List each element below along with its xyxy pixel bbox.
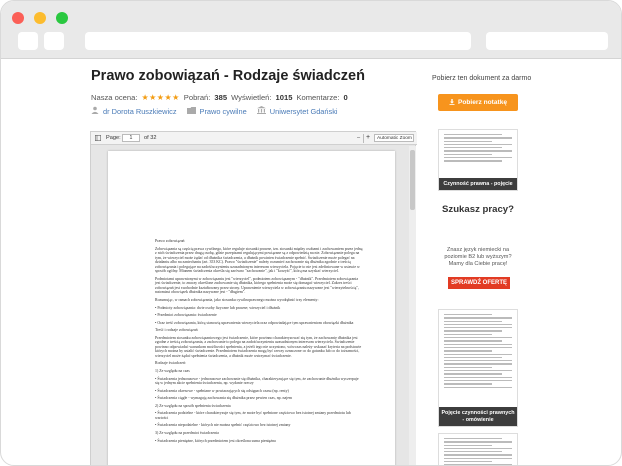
document-thumbnail (444, 438, 512, 465)
pdf-paragraph: Rozumując, w ramach zobowiązania, jako s… (155, 298, 319, 303)
pdf-scrollbar[interactable] (409, 146, 416, 465)
pdf-paragraph: Zobowiązania są częścią prawa cywilnego,… (155, 246, 363, 274)
download-prompt: Pobierz ten dokument za darmo (432, 75, 532, 82)
minimize-window-dot[interactable] (34, 12, 46, 24)
job-offer-button[interactable]: SPRAWDŹ OFERTĘ (448, 277, 510, 289)
pdf-paragraph: 2) Ze względu na sposób spełnienia świad… (155, 403, 231, 408)
pdf-paragraph: 1) Ze względu na czas (155, 369, 190, 374)
document-tags: dr Dorota Ruszkiewicz Prawo cywilne Uniw… (91, 106, 338, 116)
pdf-paragraph: • Świadczenia pieniężne, których przedmi… (155, 438, 276, 443)
pdf-paragraph: Przedmiotem stosunku zobowiązaniowego je… (155, 335, 362, 358)
zoom-out-button[interactable]: – (357, 135, 360, 141)
browser-window: Prawo zobowiązań - Rodzaje świadczeń Nas… (0, 0, 622, 466)
category-link[interactable]: Prawo cywilne (186, 106, 247, 116)
pdf-toolbar: Page: 1 of 32 – + Automatic Zoom (91, 132, 417, 145)
recommended-document[interactable]: Pojęcie czynności prawnych - omówienie (438, 309, 518, 427)
downloads-count: 385 (214, 93, 228, 102)
rating-label: Nasza ocena: (91, 93, 138, 102)
pdf-page: Prawo zobowiązań Zobowiązania są częścią … (108, 151, 395, 465)
address-bar[interactable] (85, 32, 471, 50)
pdf-paragraph: 3) Ze względu na przedmiot świadczenia (155, 430, 219, 435)
browser-extra-bar[interactable] (486, 32, 608, 50)
forward-button[interactable] (44, 32, 64, 50)
pdf-paragraph: Prawo zobowiązań (155, 239, 185, 243)
job-ad-title: Szukasz pracy? (442, 204, 514, 215)
page-number-input[interactable]: 1 (122, 134, 140, 142)
comments-count: 0 (343, 93, 348, 102)
views-count: 1015 (275, 93, 293, 102)
pdf-paragraph: • Świadczenia okresowe - spełniane w pow… (155, 388, 289, 393)
author-name[interactable]: dr Dorota Ruszkiewicz (103, 107, 177, 116)
zoom-select[interactable]: Automatic Zoom (374, 134, 414, 142)
document-meta: Nasza ocena: ★★★★★ Pobrań: 385 Wyświetleń… (91, 93, 348, 102)
folder-icon (186, 106, 196, 116)
pdf-paragraph: • Świadczenia podzielne - które charakte… (155, 411, 351, 420)
university-name[interactable]: Uniwersytet Gdański (270, 107, 338, 116)
page-label: Page: (106, 135, 121, 141)
views-label: Wyświetleń: (231, 93, 272, 102)
download-icon (449, 98, 455, 107)
pdf-scrollbar-thumb[interactable] (410, 150, 415, 210)
job-ad-text: Znasz język niemiecki na poziomie B2 lub… (444, 247, 512, 267)
recommended-document-title[interactable]: Pojęcie czynności prawnych - omówienie (439, 407, 517, 426)
pdf-paragraph: • Świadczenia ciągłe - wymagają zachowan… (155, 396, 293, 401)
zoom-in-button[interactable]: + (366, 134, 370, 141)
recommended-document[interactable]: Czynność prawna - pojęcie (438, 129, 518, 191)
toolbar-divider (363, 134, 364, 143)
pdf-paragraph: Rodzaje świadczeń: (155, 361, 187, 366)
pdf-viewer[interactable]: Page: 1 of 32 – + Automatic Zoom Prawo z… (90, 131, 417, 465)
download-button[interactable]: Pobierz notatkę (438, 94, 518, 111)
recommended-document[interactable] (438, 433, 518, 465)
page-title: Prawo zobowiązań - Rodzaje świadczeń (91, 68, 365, 84)
pdf-page-text: Prawo zobowiązań Zobowiązania są częścią … (155, 239, 363, 446)
downloads-label: Pobrań: (183, 93, 211, 102)
pdf-paragraph: • Świadczenia jednorazowe - jednorazowe … (155, 376, 359, 386)
recommended-document-title[interactable]: Czynność prawna - pojęcie (439, 177, 517, 190)
pdf-paragraph: • Podmioty zobowiązania: dwie osoby fizy… (155, 305, 281, 310)
browser-chrome (1, 1, 621, 59)
university-icon (256, 106, 266, 116)
pdf-paragraph: • Przedmiot zobowiązania: świadczenie (155, 313, 217, 318)
document-thumbnail (444, 134, 512, 164)
document-thumbnail (444, 314, 512, 390)
user-icon (91, 106, 99, 116)
sidebar-toggle-icon[interactable] (95, 135, 102, 143)
close-window-dot[interactable] (12, 12, 24, 24)
maximize-window-dot[interactable] (56, 12, 68, 24)
pdf-paragraph: Podmiotami uprawnionymi w zobowiązaniu j… (155, 276, 359, 295)
pdf-paragraph: Treść i rodzaje zobowiązań (155, 328, 198, 333)
back-button[interactable] (18, 32, 38, 50)
author-link[interactable]: dr Dorota Ruszkiewicz (91, 106, 177, 116)
rating-stars: ★★★★★ (141, 93, 180, 102)
category-name[interactable]: Prawo cywilne (200, 107, 247, 116)
university-link[interactable]: Uniwersytet Gdański (256, 106, 338, 116)
pdf-paragraph: • Świadczenia niepodzielne - których nie… (155, 423, 291, 428)
download-button-label: Pobierz notatkę (457, 99, 508, 106)
comments-label: Komentarze: (296, 93, 340, 102)
page-total: of 32 (144, 135, 157, 141)
pdf-paragraph: • Oraz treść zobowiązania, którą stanowi… (155, 320, 354, 325)
